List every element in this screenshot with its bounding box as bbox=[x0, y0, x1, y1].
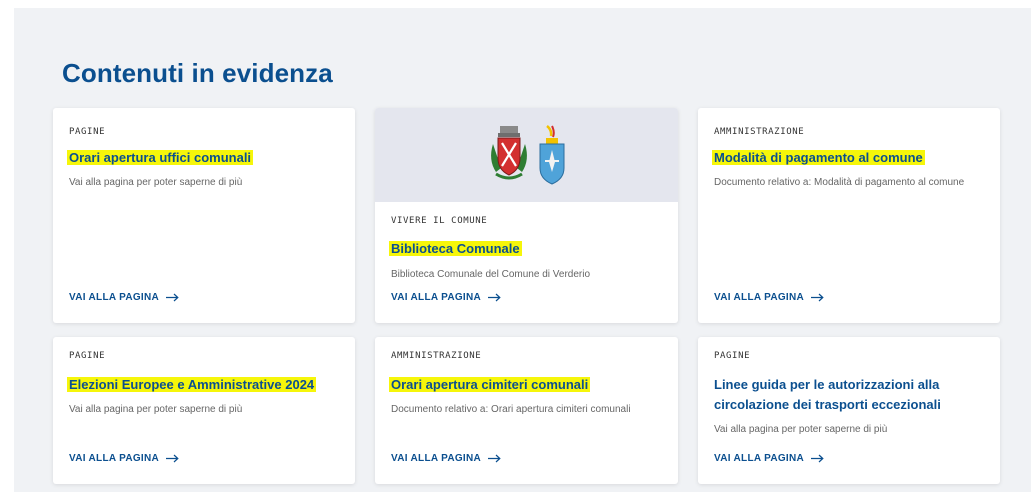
card-category: PAGINE bbox=[69, 351, 106, 361]
card-link-label[interactable]: VAI ALLA PAGINA bbox=[391, 453, 481, 464]
card-image bbox=[375, 108, 678, 202]
arrow-right-icon bbox=[488, 454, 501, 463]
card-title[interactable]: Elezioni Europee e Amministrative 2024 bbox=[67, 375, 341, 395]
card-biblioteca[interactable]: VIVERE IL COMUNE Biblioteca Comunale Bib… bbox=[375, 108, 678, 323]
card-category: AMMINISTRAZIONE bbox=[714, 127, 805, 137]
card-description: Vai alla pagina per poter saperne di più bbox=[69, 177, 243, 188]
card-link-label[interactable]: VAI ALLA PAGINA bbox=[69, 292, 159, 303]
card-title[interactable]: Biblioteca Comunale bbox=[389, 239, 664, 259]
arrow-right-icon bbox=[811, 454, 824, 463]
card-category: PAGINE bbox=[69, 127, 106, 137]
card-title[interactable]: Linee guida per le autorizzazioni alla c… bbox=[714, 375, 986, 415]
card-link-label[interactable]: VAI ALLA PAGINA bbox=[714, 292, 804, 303]
card-link[interactable]: VAI ALLA PAGINA bbox=[714, 453, 824, 464]
card-link[interactable]: VAI ALLA PAGINA bbox=[391, 292, 501, 303]
card-category: AMMINISTRAZIONE bbox=[391, 351, 482, 361]
card-orari-uffici[interactable]: PAGINE Orari apertura uffici comunali Va… bbox=[53, 108, 355, 323]
card-link[interactable]: VAI ALLA PAGINA bbox=[714, 292, 824, 303]
card-link[interactable]: VAI ALLA PAGINA bbox=[69, 453, 179, 464]
arrow-right-icon bbox=[166, 293, 179, 302]
arrow-right-icon bbox=[166, 454, 179, 463]
featured-section: Contenuti in evidenza PAGINE Orari apert… bbox=[14, 8, 1031, 492]
card-category: PAGINE bbox=[714, 351, 751, 361]
card-link[interactable]: VAI ALLA PAGINA bbox=[391, 453, 501, 464]
card-title[interactable]: Modalità di pagamento al comune bbox=[712, 148, 986, 168]
card-modalita-pagamento[interactable]: AMMINISTRAZIONE Modalità di pagamento al… bbox=[698, 108, 1000, 323]
card-description: Vai alla pagina per poter saperne di più bbox=[714, 424, 888, 435]
card-title[interactable]: Orari apertura cimiteri comunali bbox=[389, 375, 664, 395]
card-elezioni[interactable]: PAGINE Elezioni Europee e Amministrative… bbox=[53, 337, 355, 484]
card-description: Vai alla pagina per poter saperne di più bbox=[69, 404, 243, 415]
card-link-label[interactable]: VAI ALLA PAGINA bbox=[69, 453, 159, 464]
card-link-label[interactable]: VAI ALLA PAGINA bbox=[714, 453, 804, 464]
card-link[interactable]: VAI ALLA PAGINA bbox=[69, 292, 179, 303]
card-description: Biblioteca Comunale del Comune di Verder… bbox=[391, 269, 591, 280]
card-link-label[interactable]: VAI ALLA PAGINA bbox=[391, 292, 481, 303]
arrow-right-icon bbox=[488, 293, 501, 302]
section-title: Contenuti in evidenza bbox=[62, 58, 333, 88]
coat-of-arms-icon bbox=[490, 126, 527, 180]
card-description: Documento relativo a: Modalità di pagame… bbox=[714, 177, 965, 188]
card-title[interactable]: Orari apertura uffici comunali bbox=[67, 148, 341, 168]
card-description: Documento relativo a: Orari apertura cim… bbox=[391, 404, 631, 415]
arrow-right-icon bbox=[811, 293, 824, 302]
card-linee-guida[interactable]: PAGINE Linee guida per le autorizzazioni… bbox=[698, 337, 1000, 484]
card-orari-cimiteri[interactable]: AMMINISTRAZIONE Orari apertura cimiteri … bbox=[375, 337, 678, 484]
card-category: VIVERE IL COMUNE bbox=[391, 216, 488, 226]
coat-of-arms-icon bbox=[539, 125, 564, 185]
